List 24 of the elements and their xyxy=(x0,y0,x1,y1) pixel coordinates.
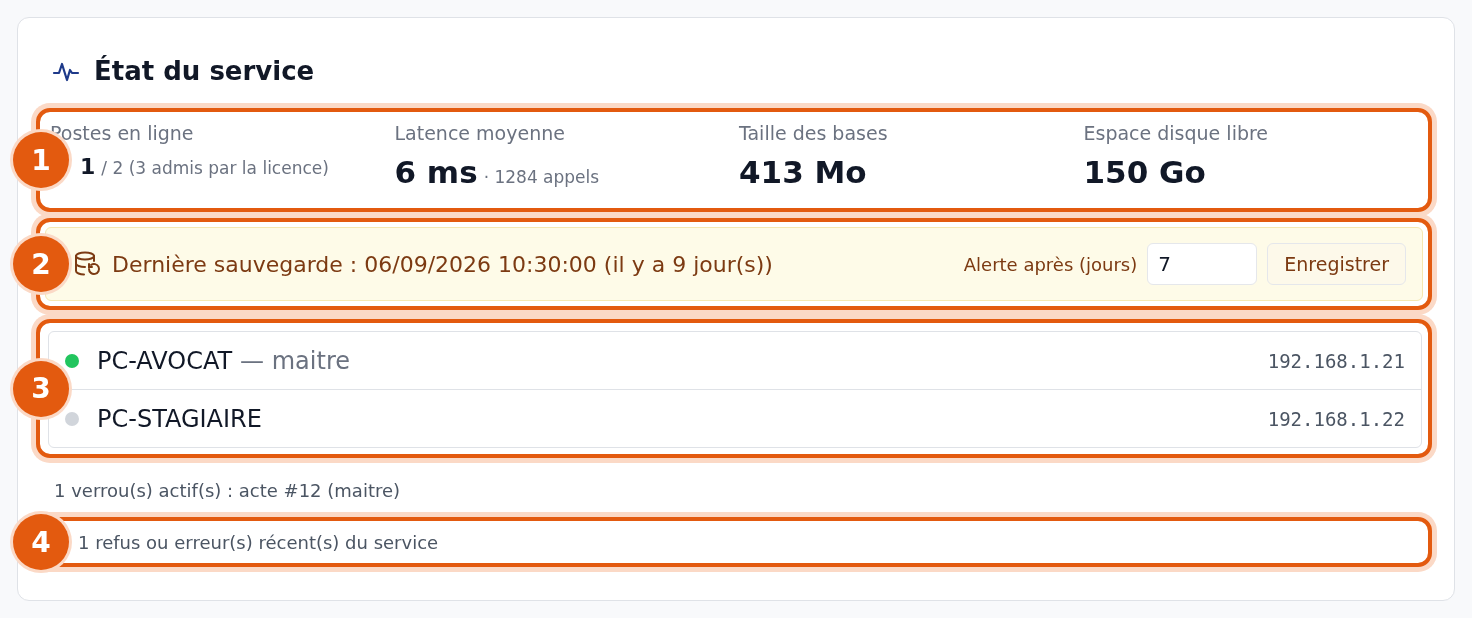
locks-info: 1 verrou(s) actif(s) : acte #12 (maitre) xyxy=(54,480,402,501)
save-button[interactable]: Enregistrer xyxy=(1267,243,1406,285)
alert-days-input[interactable]: 7 xyxy=(1147,243,1258,285)
stat-label: Espace disque libre xyxy=(1083,122,1270,144)
station-name: PC-AVOCAT xyxy=(97,346,233,375)
errors-summary: 1 refus ou erreur(s) récent(s) du service xyxy=(78,531,439,553)
stat-value: 1 xyxy=(79,154,96,179)
stat-value: 150 Go xyxy=(1083,154,1206,190)
callout-badge: 2 xyxy=(13,236,69,292)
card-title: État du service xyxy=(94,56,315,86)
station-name: PC-STAGIAIRE xyxy=(97,404,262,433)
station-ip: 192.168.1.22 xyxy=(1267,407,1405,430)
callout-badge: 3 xyxy=(13,360,69,417)
backup-status: Dernière sauvegarde : 06/09/2026 10:30:00 (il y a 9 jour(s)) xyxy=(112,251,774,277)
stat-value: 6 ms xyxy=(394,154,478,190)
station-ip: 192.168.1.21 xyxy=(1267,349,1405,372)
stat-label: Latence moyenne xyxy=(394,122,566,144)
station-role: — maitre xyxy=(240,346,350,375)
stat-label: Taille des bases xyxy=(739,122,889,144)
stat-detail: / 2 (3 admis par la licence) xyxy=(101,158,329,178)
callout-badge: 4 xyxy=(13,514,69,570)
stat-value: 413 Mo xyxy=(739,154,867,190)
alert-label: Alerte après (jours) xyxy=(963,253,1138,275)
stat-detail: · 1284 appels xyxy=(483,167,600,187)
